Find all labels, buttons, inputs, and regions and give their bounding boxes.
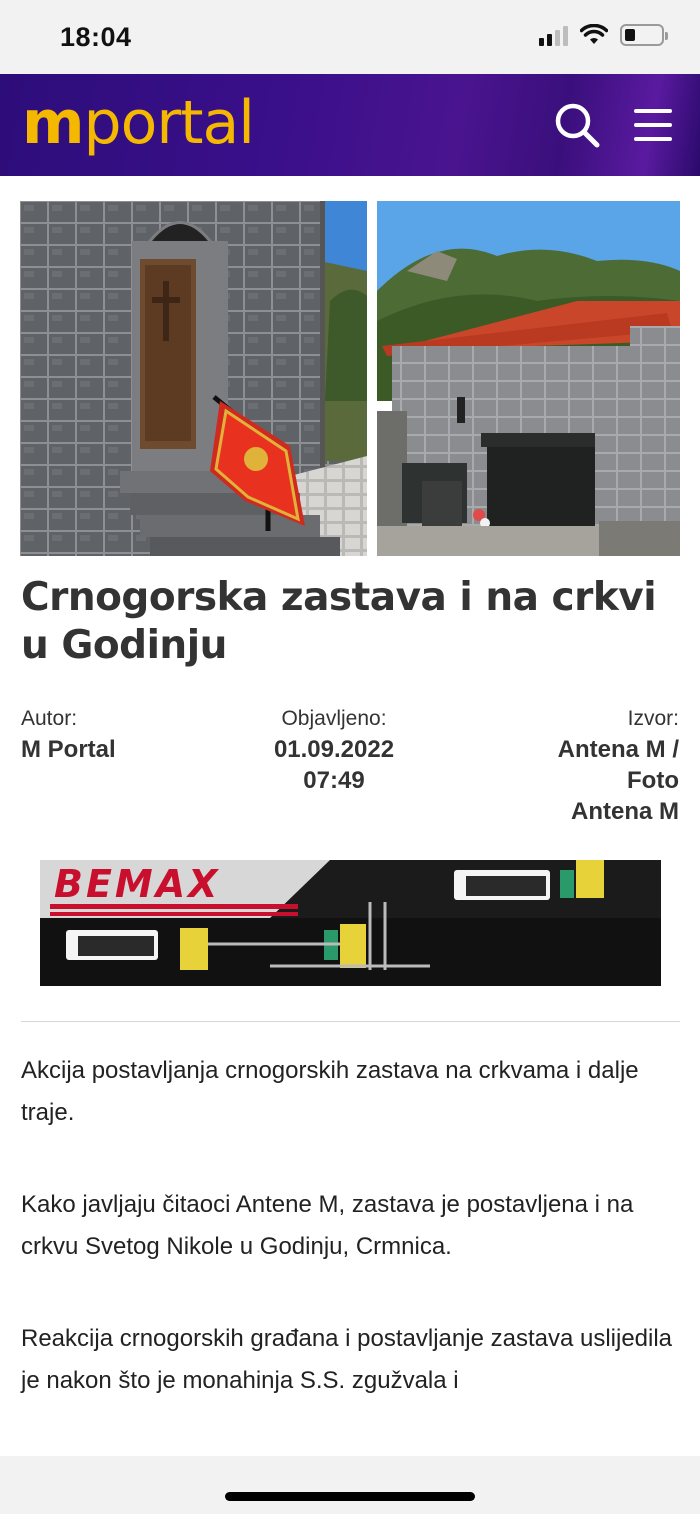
ad-brand-logo: BEMAX: [54, 862, 221, 906]
article-paragraph: Kako javljaju čitaoci Antene M, zastava …: [21, 1191, 634, 1260]
article-paragraph: Akcija postavljanja crnogorskih zastava …: [21, 1057, 639, 1126]
article-photo-church-exterior: [377, 201, 680, 556]
home-indicator[interactable]: [225, 1492, 475, 1501]
article-published: Objavljeno: 01.09.2022 07:49: [234, 704, 434, 796]
source-label: Izvor:: [627, 707, 679, 730]
author-label: Autor:: [21, 707, 78, 730]
article-paragraph: Reakcija crnogorskih građana i postavlja…: [21, 1325, 673, 1394]
author-name: M Portal: [21, 736, 116, 763]
article-body: Akcija postavljanja crnogorskih zastava …: [21, 1050, 686, 1452]
article-photo-church-door: [20, 201, 367, 556]
battery-level: [625, 29, 636, 41]
wifi-icon: [580, 24, 608, 44]
advertisement-banner[interactable]: BEMAX: [40, 860, 661, 986]
bottom-bar: [0, 1456, 700, 1514]
cellular-signal-icon: [539, 24, 568, 46]
status-time: 18:04: [60, 22, 132, 52]
battery-icon: [620, 24, 668, 46]
content-divider: [21, 1021, 680, 1022]
source-line: Antena M: [571, 798, 679, 825]
published-label: Objavljeno:: [281, 707, 387, 730]
mportal-logo[interactable]: mportal: [22, 88, 255, 158]
article-author: Autor: M Portal: [21, 704, 116, 765]
menu-button[interactable]: [632, 106, 676, 144]
search-icon: [555, 103, 600, 148]
source-line: Foto: [627, 767, 679, 794]
article-title: Crnogorska zastava i na crkvi u Godinju: [21, 575, 657, 668]
source-line: Antena M /: [557, 736, 679, 763]
status-icons: [539, 24, 668, 46]
status-bar: 18:04: [0, 0, 700, 74]
hamburger-menu-icon: [634, 109, 672, 113]
published-date: 01.09.2022: [273, 736, 395, 763]
published-time: 07:49: [303, 767, 365, 794]
site-header: mportal: [0, 74, 700, 176]
search-button[interactable]: [552, 100, 602, 150]
article-source: Izvor: Antena M / Foto Antena M: [499, 704, 679, 827]
